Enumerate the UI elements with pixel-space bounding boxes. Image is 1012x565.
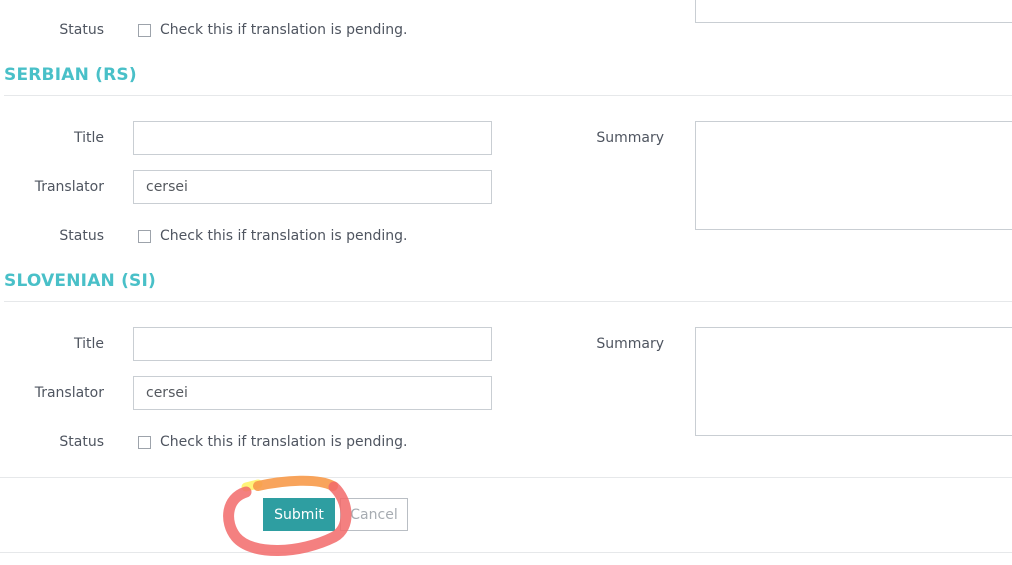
highlight-annotation — [223, 475, 352, 556]
